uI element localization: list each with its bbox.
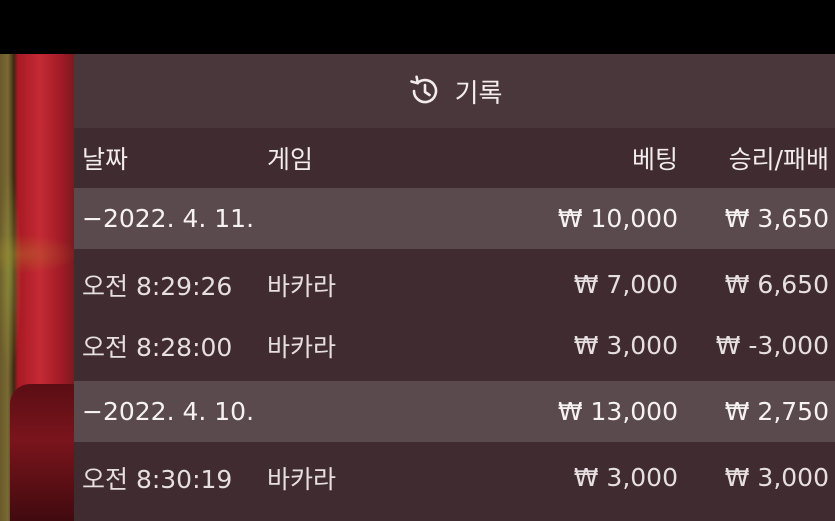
row-time: 오전 8:29:26 — [82, 271, 233, 301]
plant-decoration — [0, 174, 22, 374]
row-bet: ₩ 7,000 — [573, 270, 678, 299]
history-row[interactable]: 오전 8:30:19 바카라 ₩ 3,000 ₩ 3,000 — [74, 447, 835, 508]
row-winloss: ₩ 6,650 — [724, 270, 829, 299]
row-winloss: ₩ 3,000 — [724, 463, 829, 492]
top-bar — [0, 0, 835, 54]
row-game: 바카라 — [267, 332, 337, 362]
screen: 기록 날짜 게임 베팅 승리/패배 −2022. 4. 11. ₩ 10,000… — [0, 0, 835, 521]
history-title: 기록 — [454, 78, 503, 109]
date-group-row[interactable]: −2022. 4. 11. ₩ 10,000 ₩ 3,650 — [74, 188, 835, 249]
history-header: 기록 — [74, 54, 835, 128]
row-time: 오전 8:28:00 — [82, 332, 233, 362]
chair-decoration — [10, 384, 80, 521]
column-bet: 베팅 — [631, 145, 678, 174]
row-game: 바카라 — [267, 271, 337, 301]
group-bet-total: ₩ 10,000 — [557, 204, 678, 233]
history-row[interactable]: 오전 8:28:00 바카라 ₩ 3,000 ₩ -3,000 — [74, 315, 835, 376]
group-date: −2022. 4. 10. — [82, 397, 255, 426]
date-group-row[interactable]: −2022. 4. 10. ₩ 13,000 ₩ 2,750 — [74, 381, 835, 442]
column-date: 날짜 — [82, 145, 129, 174]
column-game: 게임 — [267, 145, 314, 174]
history-panel: 기록 날짜 게임 베팅 승리/패배 −2022. 4. 11. ₩ 10,000… — [74, 54, 835, 521]
group-bet-total: ₩ 13,000 — [557, 397, 678, 426]
row-bet: ₩ 3,000 — [573, 463, 678, 492]
row-bet: ₩ 3,000 — [573, 331, 678, 360]
column-winloss: 승리/패배 — [728, 145, 829, 174]
group-date: −2022. 4. 11. — [82, 204, 255, 233]
row-game: 바카라 — [267, 464, 337, 494]
group-winloss-total: ₩ 2,750 — [724, 397, 829, 426]
group-winloss-total: ₩ 3,650 — [724, 204, 829, 233]
row-time: 오전 8:30:19 — [82, 464, 233, 494]
history-row[interactable]: 오전 8:29:26 바카라 ₩ 7,000 ₩ 6,650 — [74, 254, 835, 315]
history-icon — [407, 74, 441, 108]
column-header-row: 날짜 게임 베팅 승리/패배 — [74, 128, 835, 188]
row-winloss: ₩ -3,000 — [715, 331, 829, 360]
